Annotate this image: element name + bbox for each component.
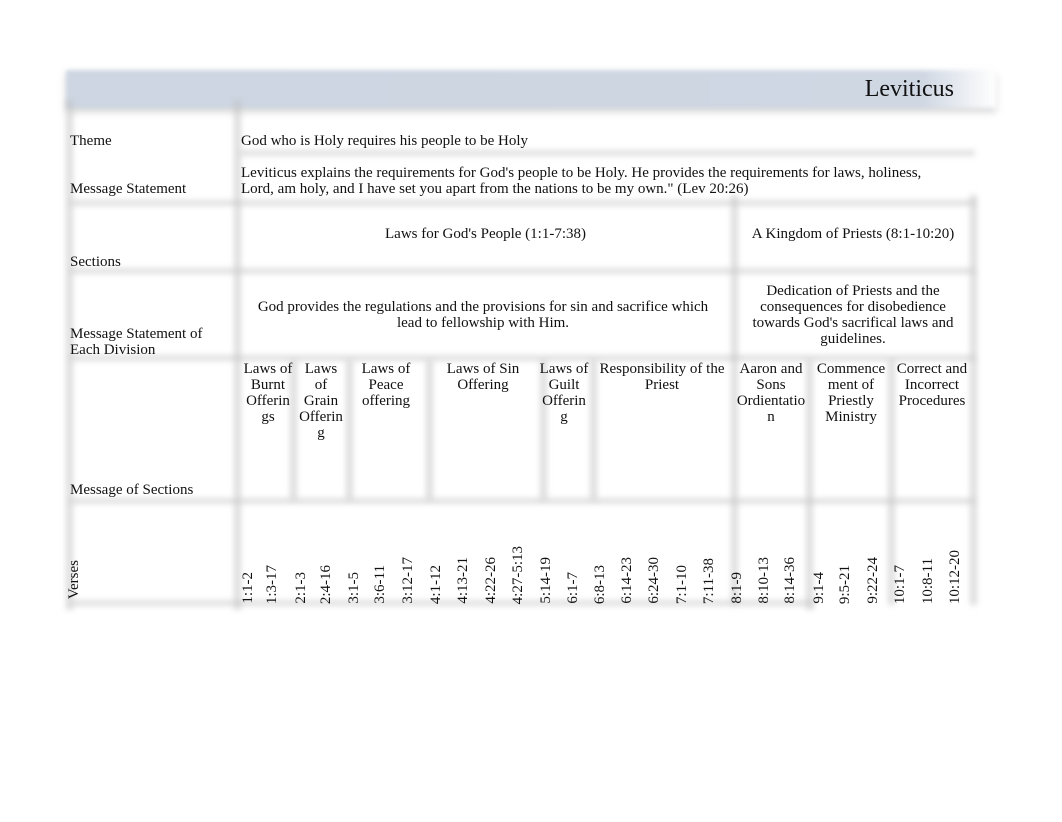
subsection-title-line: Priestly [828, 393, 874, 409]
theme-label: Theme [70, 133, 112, 149]
division-message: God provides the regulations and the pro… [238, 299, 728, 331]
division-message-line: consequences for disobedience [760, 299, 946, 315]
verse-range: 6:24-30 [646, 557, 662, 604]
verse-range: 5:14-19 [538, 557, 554, 604]
subsection-title-line: of [314, 377, 328, 393]
subsection-title-line: Ordientatio [736, 393, 806, 409]
message-of-sections-label: Message of Sections [70, 482, 194, 498]
subsection-title: Responsibility of the Priest [592, 361, 732, 393]
message-line: Lord, am holy, and I have set you apart … [241, 181, 749, 197]
subsection-title: Commence ment of Priestly Ministry [810, 361, 892, 425]
page-title: Leviticus [864, 76, 954, 102]
subsection-title: Laws of Guilt Offerin g [538, 361, 590, 425]
division-message-line: guidelines. [820, 331, 886, 347]
grid-line [70, 200, 975, 206]
subsection-title-line: Sons [756, 377, 786, 393]
subsection-title-line: Laws of Sin [446, 361, 520, 377]
subsection-title-line: Incorrect [904, 377, 960, 393]
subsection-title-line: g [560, 409, 568, 425]
message-line: Leviticus explains the requirements for … [241, 165, 922, 181]
subsection-title-line: n [767, 409, 775, 425]
subsection-title-line: Correct and [896, 361, 968, 377]
verse-range: 2:4-16 [318, 564, 334, 604]
subsection-title: Laws of Peace offering [346, 361, 426, 409]
subsection-title-line: Offerin [246, 393, 290, 409]
verse-range: 1:1-2 [240, 572, 256, 604]
sections-label: Sections [70, 254, 121, 270]
verse-range: 8:10-13 [756, 557, 772, 604]
verses-label: Verses [66, 560, 82, 600]
subsection-title-line: gs [261, 409, 275, 425]
verse-range: 10:12-20 [947, 549, 963, 604]
verse-range: 6:1-7 [565, 572, 581, 604]
verse-range: 9:22-24 [865, 557, 881, 604]
verse-range: 3:12-17 [400, 557, 416, 604]
subsection-title-line: Grain [303, 393, 339, 409]
subsection-title-line: Peace [368, 377, 404, 393]
subsection-title-line: Priest [644, 377, 680, 393]
subsection-title-line: Ministry [825, 409, 877, 425]
subsection-title-line: offering [361, 393, 411, 409]
subsection-title-line: Laws of [361, 361, 411, 377]
subsection-title-line: Burnt [250, 377, 286, 393]
subsection-title-line: Offering [457, 377, 509, 393]
verse-range: 9:1-4 [811, 572, 827, 604]
division-message-line: Dedication of Priests and the [766, 283, 940, 299]
grid-line [70, 498, 975, 504]
verse-range: 9:5-21 [837, 564, 853, 604]
verse-range: 4:13-21 [455, 557, 471, 604]
verse-range: 10:1-7 [892, 564, 908, 604]
division-message-line: lead to fellowship with Him. [396, 315, 570, 331]
subsection-title: Laws of Grain Offerin g [294, 361, 348, 441]
section-title: Laws for God's People (1:1-7:38) [385, 226, 586, 242]
division-message-line: God provides the regulations and the pro… [257, 299, 709, 315]
subsection-title-line: Offerin [542, 393, 586, 409]
division-label: Message Statement of Each Division [70, 326, 202, 358]
verse-range: 8:14-36 [782, 557, 798, 604]
division-message-line: towards God's sacrifical laws and [752, 315, 954, 331]
subsection-title-line: Responsibility of the [599, 361, 725, 377]
verse-range: 3:1-5 [346, 572, 362, 604]
verse-range: 4:1-12 [428, 564, 444, 604]
subsection-title-line: Laws [304, 361, 338, 377]
grid-line [240, 150, 975, 156]
verse-range: 7:1-10 [674, 564, 690, 604]
verse-range: 10:8-11 [920, 557, 936, 604]
verse-range: 7:11-38 [701, 557, 717, 604]
message-statement-label: Message Statement [70, 181, 187, 197]
title-band [66, 70, 996, 108]
subsection-title: Laws of Burnt Offerin gs [240, 361, 296, 425]
subsection-title-line: g [317, 425, 325, 441]
message-statement-value: Leviticus explains the requirements for … [241, 165, 921, 197]
verse-range: 2:1-3 [293, 572, 309, 604]
subsection-title: Laws of Sin Offering [428, 361, 538, 393]
division-label-line: Message Statement of [70, 326, 203, 342]
verse-range: 6:8-13 [592, 564, 608, 604]
grid-line [70, 268, 975, 274]
verse-range: 4:27-5:13 [510, 545, 526, 604]
division-label-line: Each Division [70, 342, 156, 358]
subsection-title-line: Procedures [898, 393, 966, 409]
verse-range: 1:3-17 [264, 564, 280, 604]
subsection-title: Aaron and Sons Ordientatio n [732, 361, 810, 425]
subsection-title: Correct and Incorrect Procedures [890, 361, 974, 409]
subsection-title-line: Laws of [539, 361, 589, 377]
subsection-title-line: Guilt [548, 377, 580, 393]
division-message: Dedication of Priests and the consequenc… [738, 283, 968, 347]
subsection-title-line: ment of [827, 377, 875, 393]
section-title: A Kingdom of Priests (8:1-10:20) [751, 226, 955, 242]
subsection-title-line: Aaron and [739, 361, 803, 377]
subsection-title-line: Laws of [243, 361, 293, 377]
verse-range: 4:22-26 [483, 557, 499, 604]
verse-range: 8:1-9 [729, 572, 745, 604]
subsection-title-line: Offerin [299, 409, 343, 425]
subsection-title-line: Commence [816, 361, 886, 377]
theme-value: God who is Holy requires his people to b… [241, 133, 529, 149]
verse-range: 6:14-23 [619, 557, 635, 604]
verse-range: 3:6-11 [372, 565, 388, 604]
